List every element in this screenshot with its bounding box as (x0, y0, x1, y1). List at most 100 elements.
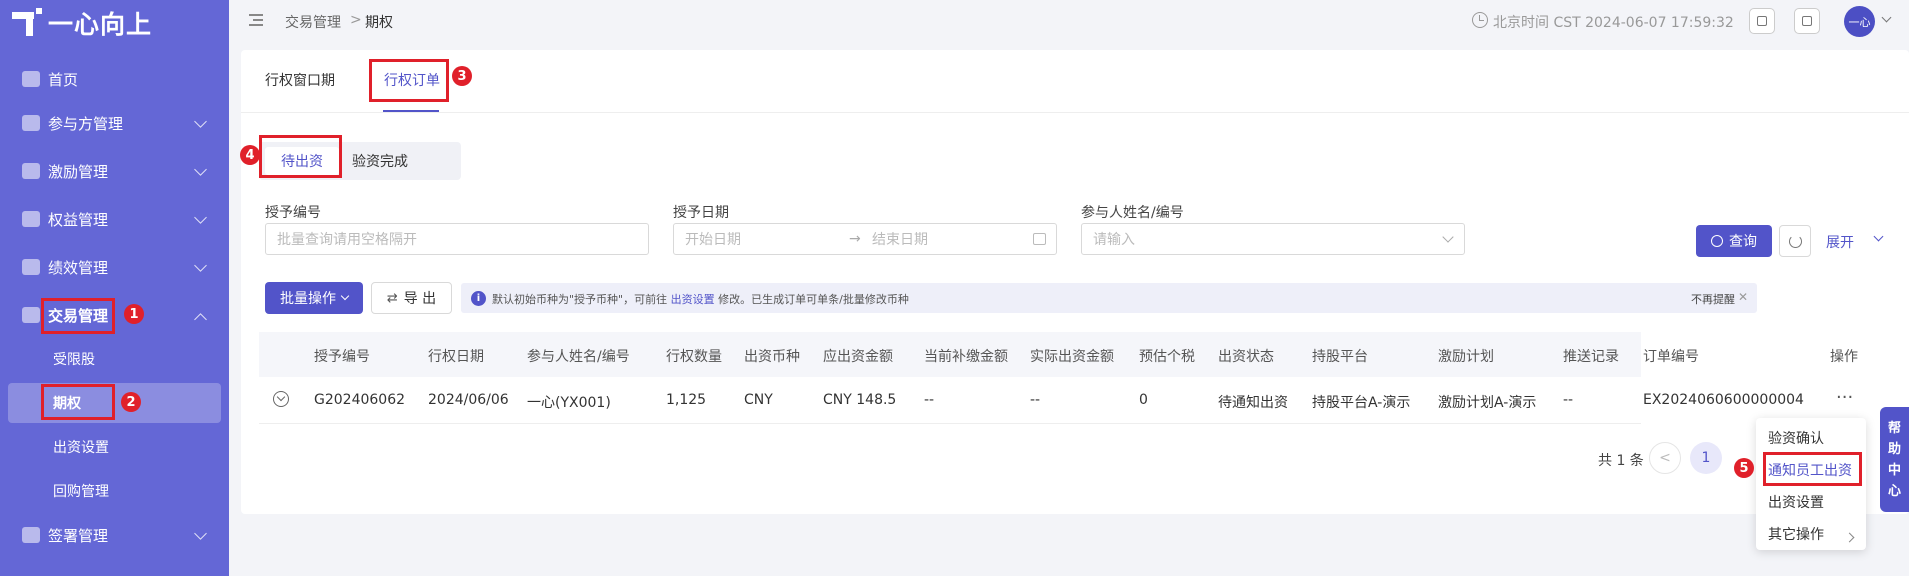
sidebar-subitem-restricted-stock[interactable]: 受限股 (0, 339, 229, 379)
cell-push-record: -- (1563, 392, 1574, 408)
task-icon (1757, 16, 1767, 26)
sidebar-subitem-label: 受限股 (53, 352, 95, 368)
menu-item-other-actions[interactable]: 其它操作 (1768, 524, 1824, 544)
tabs-divider (241, 112, 1909, 113)
menu-item-funding-settings[interactable]: 出资设置 (1768, 492, 1824, 512)
dismiss-notice-link[interactable]: 不再提醒 (1691, 291, 1735, 307)
more-actions-button[interactable]: ··· (1836, 389, 1853, 407)
expand-row-icon[interactable] (273, 391, 289, 407)
export-button[interactable]: ⇄ 导 出 (371, 282, 452, 314)
grant-no-input[interactable]: 批量查询请用空格隔开 (265, 223, 649, 255)
table-row[interactable]: G202406062 2024/06/06 一心(YX001) 1,125 CN… (259, 377, 1804, 424)
annotation-box-trade (41, 298, 115, 334)
sidebar-subitem-funding-settings[interactable]: 出资设置 (0, 427, 229, 467)
search-icon (1711, 235, 1723, 247)
avatar[interactable]: 一心 (1844, 6, 1875, 37)
logo[interactable]: 一心向上 (12, 6, 152, 40)
column-header: 应出资金额 (823, 349, 893, 365)
export-label: 导 出 (403, 291, 437, 307)
cell-platform: 持股平台A-演示 (1312, 395, 1411, 411)
column-header: 实际出资金额 (1030, 349, 1114, 365)
annotation-box-options (41, 384, 115, 420)
column-header: 参与人姓名/编号 (527, 349, 630, 365)
batch-operation-button[interactable]: 批量操作 (265, 282, 363, 314)
cell-exercise-date: 2024/06/06 (428, 392, 509, 408)
sidebar-item-incentive[interactable]: 激励管理 (0, 151, 229, 191)
cell-supplement: -- (924, 392, 935, 408)
query-button[interactable]: 查询 (1696, 225, 1772, 257)
logo-text: 一心向上 (48, 10, 153, 39)
participant-select[interactable]: 请输入 (1081, 223, 1465, 255)
help-char: 心 (1887, 483, 1901, 499)
column-header: 出资状态 (1218, 349, 1274, 365)
grant-date-range[interactable]: 开始日期 → 结束日期 (673, 223, 1057, 255)
sidebar-subitem-buyback[interactable]: 回购管理 (0, 471, 229, 511)
notice-bar: i 默认初始币种为"授予币种"，可前往 出资设置 修改。已生成订单可单条/批量修… (461, 283, 1757, 313)
query-label: 查询 (1729, 234, 1757, 250)
expand-filters-link[interactable]: 展开 (1826, 232, 1854, 252)
help-char: 助 (1887, 441, 1901, 457)
tasks-button[interactable] (1749, 8, 1775, 34)
server-time: 北京时间 CST 2024-06-07 17:59:32 (1493, 15, 1734, 31)
chevron-down-icon[interactable] (1873, 231, 1884, 242)
column-header-actions: 操作 (1830, 349, 1858, 365)
help-char: 中 (1887, 462, 1901, 478)
calendar-icon (1033, 233, 1046, 245)
trade-icon (22, 307, 40, 323)
notice-link-funding-settings[interactable]: 出资设置 (671, 293, 715, 306)
cell-order-no: EX2024060600000004 (1643, 392, 1804, 408)
chevron-down-icon (340, 291, 350, 301)
notice-text-before: 默认初始币种为"授予币种"，可前往 (492, 293, 671, 306)
chevron-down-icon (194, 115, 207, 128)
equity-icon (22, 211, 40, 227)
sidebar-item-label: 权益管理 (48, 210, 109, 229)
range-arrow-icon: → (849, 231, 861, 247)
sidebar-item-label: 首页 (48, 70, 79, 89)
page-1-button[interactable]: 1 (1690, 442, 1722, 474)
sidebar-item-participants[interactable]: 参与方管理 (0, 103, 229, 143)
cell-plan: 激励计划A-演示 (1438, 395, 1537, 411)
chevron-down-icon (194, 527, 207, 540)
sidebar-item-home[interactable]: 首页 (0, 59, 229, 99)
chevron-right-icon (1844, 532, 1855, 543)
close-icon[interactable]: ✕ (1738, 290, 1748, 304)
start-date-placeholder[interactable]: 开始日期 (685, 229, 741, 249)
annotation-badge: 3 (452, 66, 472, 86)
cell-grant-no: G202406062 (314, 392, 406, 408)
incentive-icon (22, 163, 40, 179)
cell-tax: 0 (1139, 392, 1148, 408)
column-header: 行权日期 (428, 349, 484, 365)
cell-actual-amount: -- (1030, 392, 1041, 408)
prev-page-button[interactable]: < (1649, 442, 1681, 474)
subtab-verified[interactable]: 验资完成 (343, 147, 417, 175)
info-icon: i (471, 291, 486, 306)
sidebar-item-sign[interactable]: 签署管理 (0, 515, 229, 555)
cell-quantity: 1,125 (666, 392, 707, 408)
annotation-badge: 1 (124, 304, 144, 324)
tab-exercise-window[interactable]: 行权窗口期 (265, 70, 335, 90)
export-icon: ⇄ (386, 290, 398, 306)
collapse-menu-icon[interactable] (249, 14, 263, 26)
chevron-down-icon[interactable] (1881, 12, 1892, 23)
sidebar-item-performance[interactable]: 绩效管理 (0, 247, 229, 287)
menu-item-verify-funding[interactable]: 验资确认 (1768, 428, 1824, 448)
grant-no-label: 授予编号 (265, 205, 321, 221)
reset-button[interactable] (1779, 225, 1811, 257)
column-header: 预估个税 (1139, 349, 1195, 365)
chevron-up-icon (194, 313, 207, 326)
participant-placeholder: 请输入 (1093, 232, 1135, 248)
docs-button[interactable] (1794, 8, 1820, 34)
sidebar-item-equity[interactable]: 权益管理 (0, 199, 229, 239)
cell-status: 待通知出资 (1218, 395, 1288, 411)
annotation-badge: 2 (121, 392, 141, 412)
help-center-button[interactable]: 帮 助 中 心 (1880, 407, 1909, 512)
end-date-placeholder[interactable]: 结束日期 (872, 229, 928, 249)
column-header: 激励计划 (1438, 349, 1494, 365)
column-header: 持股平台 (1312, 349, 1368, 365)
main-card: 行权窗口期 行权订单 待出资 验资完成 授予编号 批量查询请用空格隔开 授予日期… (241, 50, 1909, 514)
notice-text: 默认初始币种为"授予币种"，可前往 出资设置 修改。已生成订单可单条/批量修改币… (492, 291, 909, 307)
column-header: 推送记录 (1563, 349, 1619, 365)
annotation-badge: 4 (240, 145, 260, 165)
breadcrumb-parent[interactable]: 交易管理 (285, 12, 341, 32)
cell-amount-due: CNY 148.5 (823, 392, 897, 408)
